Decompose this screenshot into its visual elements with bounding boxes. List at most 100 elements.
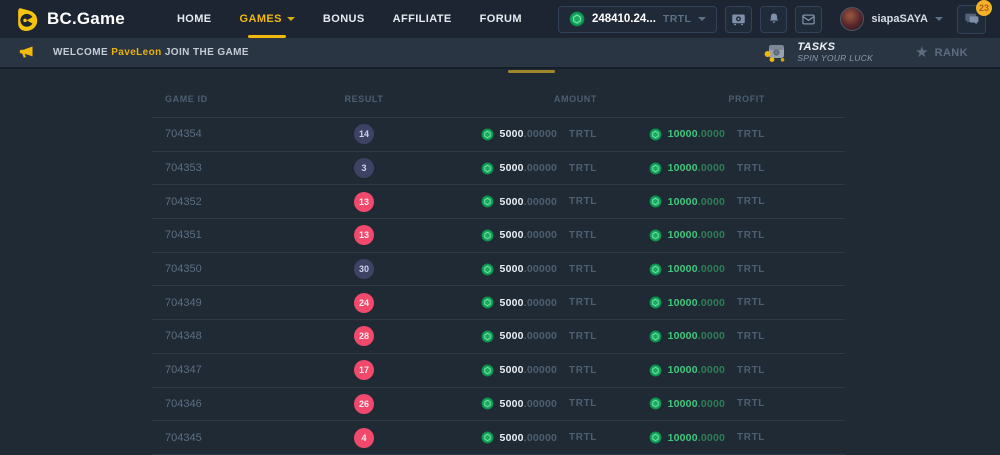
- rank-label: RANK: [935, 47, 968, 59]
- amount-currency: TRTL: [569, 129, 597, 140]
- nav-item-affiliate[interactable]: AFFILIATE: [379, 0, 466, 38]
- nav-item-forum[interactable]: FORUM: [466, 0, 536, 38]
- profit-value: 10000: [668, 229, 698, 241]
- game-id-cell: 704347: [152, 364, 282, 376]
- nav-label: AFFILIATE: [393, 13, 452, 25]
- result-badge: 17: [354, 360, 374, 380]
- brand-logo[interactable]: BC.Game: [14, 7, 125, 32]
- profit-decimals: .0000: [698, 432, 725, 444]
- profit-value: 10000: [668, 128, 698, 140]
- messages-button[interactable]: [795, 6, 822, 33]
- table-row[interactable]: 704349 24 5000.00000 TRTL: [152, 286, 845, 320]
- profit-currency: TRTL: [737, 365, 765, 376]
- chevron-down-icon: [287, 17, 295, 21]
- profit-currency: TRTL: [737, 163, 765, 174]
- profit-currency: TRTL: [737, 196, 765, 207]
- profit-cell: 10000.0000 TRTL: [649, 330, 765, 343]
- vault-button[interactable]: [725, 6, 752, 33]
- tasks-widget[interactable]: TASKS SPIN YOUR LUCK: [764, 41, 873, 63]
- main-nav: HOME GAMES BONUS AFFILIATE FORUM: [163, 0, 536, 38]
- result-badge: 13: [354, 225, 374, 245]
- balance-amount: 248410.24...: [592, 13, 656, 25]
- profit-cell: 10000.0000 TRTL: [649, 431, 765, 444]
- result-badge: 26: [354, 394, 374, 414]
- profit-cell: 10000.0000 TRTL: [649, 128, 765, 141]
- balance-selector[interactable]: 248410.24... TRTL: [558, 6, 717, 33]
- table-row[interactable]: 704347 17 5000.00000 TRTL: [152, 354, 845, 388]
- result-cell: 4: [354, 428, 374, 448]
- table-row[interactable]: 704350 30 5000.00000 TRTL: [152, 253, 845, 287]
- chevron-down-icon: [935, 17, 943, 21]
- amount-currency: TRTL: [569, 432, 597, 443]
- amount-cell: 5000.00000 TRTL: [481, 195, 597, 208]
- amount-decimals: .00000: [524, 297, 557, 309]
- result-badge: 24: [354, 293, 374, 313]
- profit-value: 10000: [668, 263, 698, 275]
- brand-name: BC.Game: [47, 9, 125, 29]
- trtl-coin-icon: [649, 263, 662, 276]
- nav-label: GAMES: [240, 13, 282, 25]
- nav-item-games[interactable]: GAMES: [226, 0, 309, 38]
- banner-right: TASKS SPIN YOUR LUCK ★ RANK: [764, 41, 982, 63]
- bets-table: GAME ID RESULT AMOUNT PROFIT 704354 14 5…: [152, 69, 845, 455]
- trtl-coin-icon: [649, 162, 662, 175]
- trtl-coin-icon: [481, 330, 494, 343]
- amount-currency: TRTL: [569, 196, 597, 207]
- profit-cell: 10000.0000 TRTL: [649, 229, 765, 242]
- trtl-coin-icon: [649, 364, 662, 377]
- result-cell: 17: [354, 360, 374, 380]
- profit-cell: 10000.0000 TRTL: [649, 296, 765, 309]
- notifications-button[interactable]: [760, 6, 787, 33]
- table-row[interactable]: 704352 13 5000.00000 TRTL: [152, 185, 845, 219]
- amount-decimals: .00000: [524, 263, 557, 275]
- chat-button[interactable]: 23: [957, 5, 986, 34]
- profit-decimals: .0000: [698, 398, 725, 410]
- bcgame-logo-icon: [14, 7, 39, 32]
- profit-value: 10000: [668, 398, 698, 410]
- result-badge: 13: [354, 192, 374, 212]
- megaphone-icon: [18, 44, 35, 61]
- nav-label: HOME: [177, 13, 212, 25]
- game-id-cell: 704346: [152, 398, 282, 410]
- result-cell: 28: [354, 326, 374, 346]
- profit-value: 10000: [668, 364, 698, 376]
- table-row[interactable]: 704354 14 5000.00000 TRTL: [152, 118, 845, 152]
- trtl-coin-icon: [481, 162, 494, 175]
- profit-currency: TRTL: [737, 331, 765, 342]
- amount-cell: 5000.00000 TRTL: [481, 263, 597, 276]
- profit-decimals: .0000: [698, 196, 725, 208]
- trtl-coin-icon: [569, 11, 585, 27]
- column-header-profit: PROFIT: [728, 94, 765, 104]
- amount-cell: 5000.00000 TRTL: [481, 397, 597, 410]
- column-header-game-id: GAME ID: [152, 94, 282, 104]
- result-badge: 4: [354, 428, 374, 448]
- result-cell: 24: [354, 293, 374, 313]
- user-menu[interactable]: siapaSAYA: [840, 7, 943, 31]
- table-row[interactable]: 704346 26 5000.00000 TRTL: [152, 388, 845, 422]
- profit-cell: 10000.0000 TRTL: [649, 364, 765, 377]
- top-navbar: BC.Game HOME GAMES BONUS AFFILIATE FORUM: [0, 0, 1000, 38]
- table-row[interactable]: 704351 13 5000.00000 TRTL: [152, 219, 845, 253]
- profit-cell: 10000.0000 TRTL: [649, 162, 765, 175]
- trtl-coin-icon: [649, 330, 662, 343]
- nav-item-bonus[interactable]: BONUS: [309, 0, 379, 38]
- amount-cell: 5000.00000 TRTL: [481, 229, 597, 242]
- result-badge: 14: [354, 124, 374, 144]
- profit-currency: TRTL: [737, 230, 765, 241]
- profit-currency: TRTL: [737, 432, 765, 443]
- vault-icon: [731, 12, 746, 27]
- table-row[interactable]: 704353 3 5000.00000 TRTL: [152, 152, 845, 186]
- table-row[interactable]: 704348 28 5000.00000 TRTL: [152, 320, 845, 354]
- trtl-coin-icon: [649, 397, 662, 410]
- trtl-coin-icon: [481, 128, 494, 141]
- main-content: GAME ID RESULT AMOUNT PROFIT 704354 14 5…: [0, 69, 1000, 453]
- amount-currency: TRTL: [569, 297, 597, 308]
- rank-widget[interactable]: ★ RANK: [915, 45, 968, 60]
- trtl-coin-icon: [481, 296, 494, 309]
- amount-decimals: .00000: [524, 162, 557, 174]
- nav-item-home[interactable]: HOME: [163, 0, 226, 38]
- result-cell: 30: [354, 259, 374, 279]
- amount-cell: 5000.00000 TRTL: [481, 431, 597, 444]
- table-row[interactable]: 704345 4 5000.00000 TRTL: [152, 421, 845, 455]
- trtl-coin-icon: [481, 431, 494, 444]
